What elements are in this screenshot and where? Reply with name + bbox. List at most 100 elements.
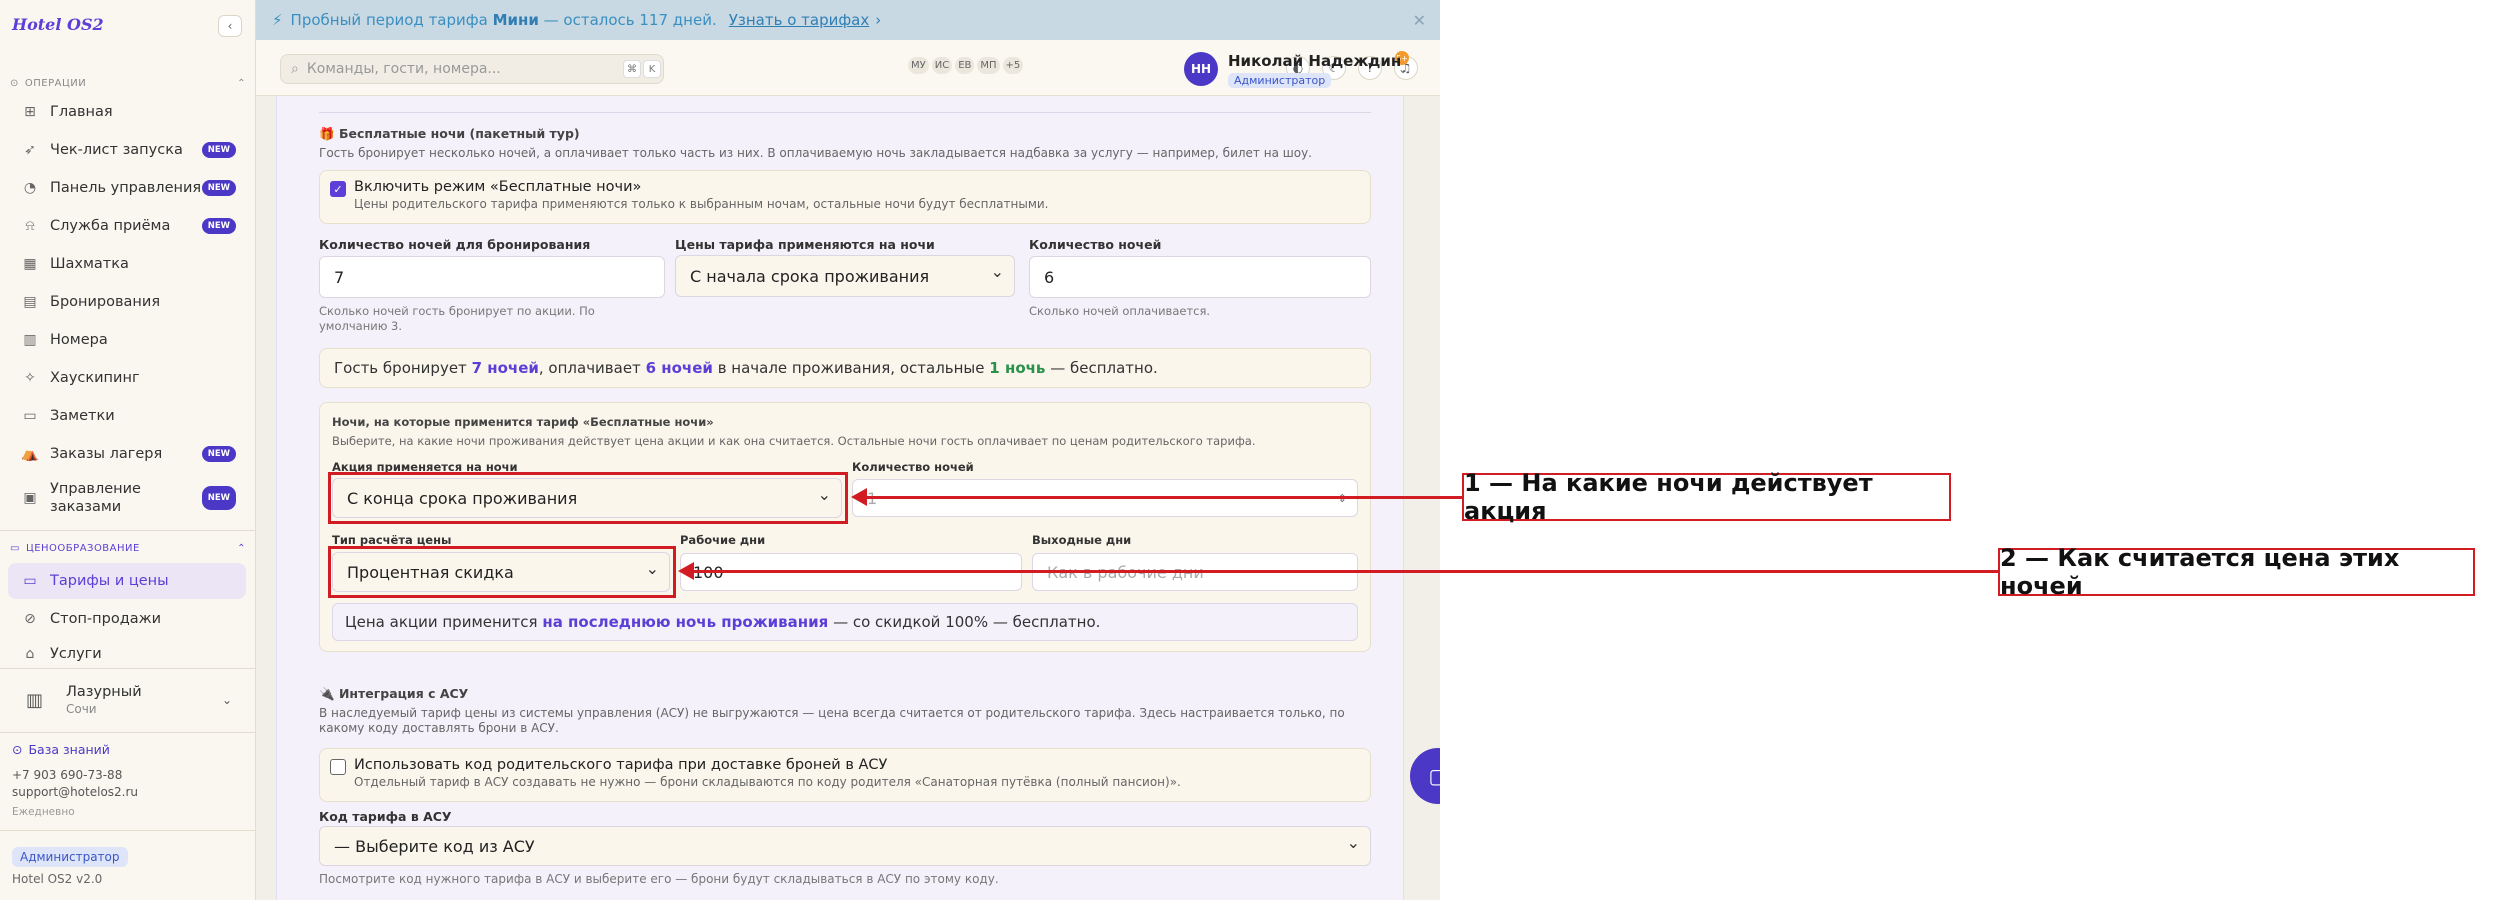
sidebar-item-camp-orders[interactable]: ⛺ Заказы лагеря NEW: [8, 436, 246, 472]
enable-free-nights-checkbox[interactable]: ✓ Включить режим «Бесплатные ночи» Цены …: [330, 179, 1049, 211]
pricing-link[interactable]: Узнать о тарифах: [729, 11, 870, 29]
tent-icon: ⛺: [21, 446, 39, 462]
chevron-right-icon: ›: [875, 11, 882, 29]
sidebar-item-stop-sales[interactable]: ⊘ Стоп-продажи: [8, 601, 246, 637]
paid-nights-input[interactable]: 6: [1029, 256, 1371, 298]
sidebar-item-label: Заметки: [50, 408, 115, 424]
sidebar-item-services[interactable]: ⌂ Услуги: [8, 639, 246, 669]
help-circle-icon: ⊙: [12, 742, 23, 757]
arrow-2-line: [694, 570, 1998, 573]
weekend-label: Выходные дни: [1032, 533, 1132, 547]
booking-nights-input[interactable]: 7: [319, 256, 665, 298]
group-pricing[interactable]: ▭ ЦЕНООБРАЗОВАНИЕ ⌃: [10, 543, 246, 554]
sidebar-item-label: Услуги: [50, 646, 102, 662]
weekdays-label: Рабочие дни: [680, 533, 766, 547]
collapse-sidebar-button[interactable]: ‹: [218, 15, 242, 37]
hotel-selector[interactable]: ▥ Лазурный Сочи ⌄: [8, 672, 246, 728]
sidebar-item-grid-board[interactable]: ▦ Шахматка: [8, 246, 246, 282]
ban-icon: ⊘: [24, 611, 36, 627]
avatar[interactable]: НН: [1184, 52, 1218, 86]
gift-icon: 🎁: [319, 126, 335, 141]
sidebar-item-label: Бронирования: [50, 294, 161, 310]
building-icon: ▥: [23, 332, 37, 348]
booking-nights-hint: Сколько ночей гость бронирует по акции. …: [319, 304, 595, 333]
chat-bubble-icon: ▢: [1428, 764, 1440, 788]
support-phone[interactable]: +7 903 690-73-88: [12, 768, 122, 782]
sidebar-item-bookings[interactable]: ▤ Бронирования: [8, 284, 246, 320]
summary-text: — бесплатно.: [1050, 359, 1158, 377]
chat-button[interactable]: ▢: [1410, 748, 1440, 804]
search-icon: ⌕: [291, 61, 299, 77]
integration-title-text: Интеграция с АСУ: [338, 686, 469, 701]
checkbox-unchecked-icon[interactable]: [330, 759, 346, 775]
online-users[interactable]: МУ ИС ЕВ МП +5: [908, 57, 1024, 74]
highlight-calc-type-select: [328, 546, 676, 598]
close-icon[interactable]: ✕: [1413, 11, 1426, 30]
sidebar-item-label: Главная: [50, 104, 113, 120]
summary-last-night: на последнюю ночь проживания: [542, 613, 829, 631]
free-nights-summary: Гость бронирует 7 ночей, оплачивает 6 но…: [319, 348, 1371, 388]
summary-paid: 6 ночей: [645, 359, 713, 377]
hotel-name: Лазурный: [66, 684, 142, 700]
group-operations-label: ОПЕРАЦИИ: [24, 78, 87, 89]
sidebar-item-label: Управление заказами: [50, 481, 141, 515]
rates-icon: ▭: [23, 573, 37, 589]
knowledge-base-link[interactable]: ⊙ База знаний: [12, 742, 110, 757]
support-schedule: Ежедневно: [12, 806, 75, 818]
chevron-down-icon[interactable]: ⌄: [1398, 62, 1408, 76]
sidebar-item-notes[interactable]: ▭ Заметки: [8, 398, 246, 434]
chevron-down-icon: ⌄: [221, 693, 232, 707]
sidebar-item-dashboard[interactable]: ◔ Панель управления NEW: [8, 170, 246, 206]
sidebar-item-label: Чек-лист запуска: [50, 142, 183, 158]
tag-icon: ⌂: [25, 646, 35, 662]
orders-icon: ▣: [23, 490, 37, 506]
clipboard-icon: ▤: [23, 294, 37, 310]
arrow-1-line: [866, 496, 1462, 499]
sidebar-item-label: Служба приёма: [50, 218, 171, 234]
summary-booked: 7 ночей: [471, 359, 539, 377]
support-email[interactable]: support@hotelos2.ru: [12, 785, 138, 799]
promo-nights-panel: Ночи, на которые применится тариф «Беспл…: [319, 402, 1371, 652]
group-operations[interactable]: ⊙ ОПЕРАЦИИ ⌃: [10, 78, 246, 89]
sidebar-divider: [0, 830, 256, 831]
sidebar-divider: [0, 732, 256, 733]
enable-free-nights-box: ✓ Включить режим «Бесплатные ночи» Цены …: [319, 170, 1371, 224]
new-badge: NEW: [201, 446, 236, 462]
callout-2: 2 — Как считается цена этих ночей: [1998, 544, 2475, 600]
paid-nights-label: Количество ночей: [1029, 237, 1162, 252]
asu-code-select[interactable]: — Выберите код из АСУ: [319, 826, 1371, 866]
sidebar-item-label: Номера: [50, 332, 108, 348]
asu-code-hint: Посмотрите код нужного тарифа в АСУ и вы…: [319, 872, 999, 886]
user-name[interactable]: Николай Надеждин: [1228, 52, 1401, 70]
hotel-building-icon: ▥: [26, 689, 44, 711]
new-badge: NEW: [201, 218, 236, 234]
booking-nights-label: Количество ночей для бронирования: [319, 237, 591, 252]
enable-free-nights-label: Включить режим «Бесплатные ночи»: [354, 179, 642, 195]
summary-free: 1 ночь: [989, 359, 1046, 377]
integration-title: 🔌 Интеграция с АСУ: [319, 686, 468, 702]
use-parent-code-checkbox[interactable]: Использовать код родительского тарифа пр…: [330, 757, 1181, 789]
integration-desc: В наследуемый тариф цены из системы упра…: [319, 706, 1345, 735]
table-icon: ▦: [23, 256, 37, 272]
sidebar-item-housekeeping[interactable]: ✧ Хаускипинг: [8, 360, 246, 396]
pricing-icon: ▭: [10, 543, 20, 554]
kbd-cmd: ⌘: [623, 60, 641, 78]
hotel-city: Сочи: [66, 702, 97, 716]
sidebar-item-rooms[interactable]: ▥ Номера: [8, 322, 246, 358]
paid-nights-hint: Сколько ночей оплачивается.: [1029, 304, 1211, 318]
sidebar-item-label: Стоп-продажи: [50, 611, 162, 627]
sidebar-item-rates[interactable]: ▭ Тарифы и цены: [8, 563, 246, 599]
sidebar-item-label: Шахматка: [50, 256, 129, 272]
sidebar-item-launch-checklist[interactable]: ➶ Чек-лист запуска NEW: [8, 132, 246, 168]
apply-from-select[interactable]: С начала срока проживания: [675, 255, 1015, 297]
rocket-icon: ➶: [24, 142, 36, 158]
checkbox-checked-icon[interactable]: ✓: [330, 181, 346, 197]
sidebar-item-home[interactable]: ⊞ Главная: [8, 94, 246, 130]
asu-code-label: Код тарифа в АСУ: [319, 809, 452, 824]
free-nights-desc: Гость бронирует несколько ночей, а оплач…: [319, 146, 1312, 160]
promo-nights-title: Ночи, на которые применится тариф «Беспл…: [332, 415, 714, 429]
sidebar-item-order-management[interactable]: ▣ Управление заказами NEW: [8, 474, 246, 522]
sidebar-item-front-desk[interactable]: ⍾ Служба приёма NEW: [8, 208, 246, 244]
user-chip: МУ: [908, 57, 929, 74]
search-input[interactable]: ⌕ Команды, гости, номера... ⌘ K: [280, 54, 664, 84]
